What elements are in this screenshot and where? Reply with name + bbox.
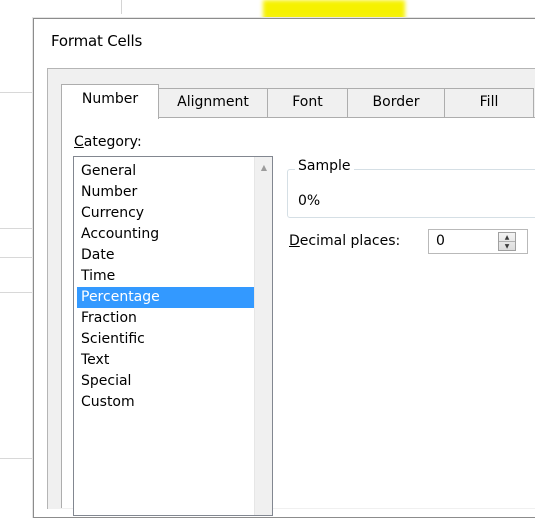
tab-font[interactable]: Font xyxy=(267,88,348,117)
category-label: Category: xyxy=(74,134,142,150)
category-item-special[interactable]: Special xyxy=(77,371,255,392)
category-item-scientific[interactable]: Scientific xyxy=(77,329,255,350)
category-item-custom[interactable]: Custom xyxy=(77,392,255,413)
sample-value: 0% xyxy=(298,193,321,209)
category-label-text: ategory: xyxy=(83,134,142,150)
dialog-title: Format Cells xyxy=(51,32,143,50)
category-item-text[interactable]: Text xyxy=(77,350,255,371)
decimal-places-value[interactable]: 0 xyxy=(436,233,445,249)
tab-fill[interactable]: Fill xyxy=(444,88,534,117)
category-item-percentage[interactable]: Percentage xyxy=(77,287,255,308)
category-item-currency[interactable]: Currency xyxy=(77,203,255,224)
decimal-places-label-accelerator: D xyxy=(289,233,300,249)
tab-border[interactable]: Border xyxy=(347,88,445,117)
scroll-up-icon[interactable]: ▲ xyxy=(255,157,273,177)
decimal-places-spinner[interactable]: ▲ ▼ xyxy=(498,232,516,251)
decimal-places-input[interactable]: 0 ▲ ▼ xyxy=(428,229,528,254)
category-item-time[interactable]: Time xyxy=(77,266,255,287)
category-list[interactable]: General Number Currency Accounting Date … xyxy=(73,156,273,516)
spin-down-icon[interactable]: ▼ xyxy=(499,242,515,250)
category-item-date[interactable]: Date xyxy=(77,245,255,266)
category-item-number[interactable]: Number xyxy=(77,182,255,203)
decimal-places-label-text: ecimal places: xyxy=(299,233,401,249)
category-scrollbar[interactable]: ▲ xyxy=(254,157,272,515)
spin-up-icon[interactable]: ▲ xyxy=(499,233,515,242)
decimal-places-label: Decimal places: xyxy=(289,233,400,249)
tab-number[interactable]: Number xyxy=(61,84,159,119)
tab-alignment[interactable]: Alignment xyxy=(158,88,268,117)
sample-groupbox xyxy=(287,169,535,218)
category-label-accelerator: C xyxy=(74,134,84,150)
grid-line xyxy=(121,0,122,14)
category-item-general[interactable]: General xyxy=(77,161,255,182)
category-item-accounting[interactable]: Accounting xyxy=(77,224,255,245)
category-item-fraction[interactable]: Fraction xyxy=(77,308,255,329)
sample-label: Sample xyxy=(295,158,354,174)
